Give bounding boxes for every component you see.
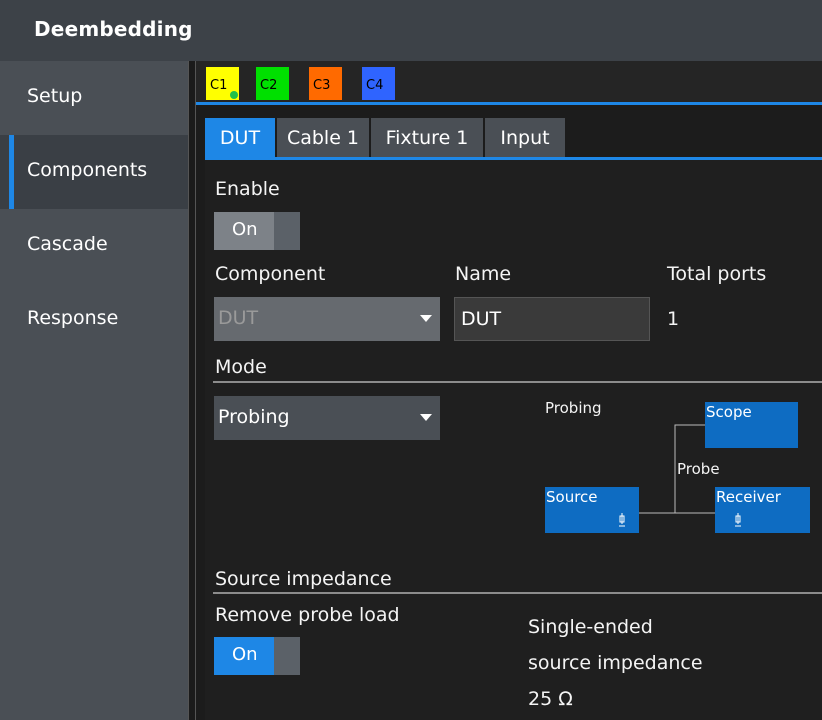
channel-tabs: C1 C2 C3 C4 bbox=[196, 61, 822, 105]
chevron-down-icon bbox=[420, 315, 432, 322]
sidebar-item-response[interactable]: Response bbox=[0, 283, 188, 357]
name-field[interactable]: DUT bbox=[454, 297, 650, 341]
channel-label: C4 bbox=[366, 78, 384, 93]
mode-select-value: Probing bbox=[218, 406, 290, 428]
ground-symbols bbox=[619, 513, 741, 527]
chevron-down-icon bbox=[420, 414, 432, 421]
name-label: Name bbox=[455, 263, 512, 285]
tab-label: DUT bbox=[219, 127, 261, 149]
total-ports-label: Total ports bbox=[667, 263, 767, 285]
panel-divider[interactable] bbox=[188, 61, 196, 720]
sidebar-item-label: Response bbox=[27, 307, 119, 329]
sidebar-item-setup[interactable]: Setup bbox=[0, 61, 188, 135]
tab-dut[interactable]: DUT bbox=[205, 118, 275, 157]
tab-channel-c2[interactable]: C2 bbox=[256, 67, 289, 100]
tab-channel-c1[interactable]: C1 bbox=[206, 67, 239, 100]
tab-fixture-1[interactable]: Fixture 1 bbox=[371, 118, 483, 157]
tab-label: Cable 1 bbox=[286, 127, 360, 149]
sidebar: Setup Components Cascade Response bbox=[0, 61, 188, 720]
receiver-ground-icon bbox=[735, 513, 741, 527]
component-select[interactable]: DUT bbox=[214, 297, 440, 341]
name-field-value: DUT bbox=[461, 308, 502, 330]
sidebar-item-label: Cascade bbox=[27, 233, 108, 255]
tab-channel-c3[interactable]: C3 bbox=[309, 67, 342, 100]
enable-toggle[interactable]: On bbox=[214, 212, 300, 250]
sidebar-item-label: Setup bbox=[27, 85, 83, 107]
source-impedance-section-title: Source impedance bbox=[215, 568, 392, 590]
remove-probe-load-label: Remove probe load bbox=[215, 604, 400, 626]
window-title: Deembedding bbox=[34, 17, 193, 41]
tab-label: Input bbox=[500, 127, 550, 149]
tab-label: Fixture 1 bbox=[385, 127, 469, 149]
total-ports-value: 1 bbox=[667, 308, 680, 330]
single-ended-label-line2: source impedance bbox=[528, 652, 703, 674]
settings-panel: Enable On Component Name Total ports DUT… bbox=[205, 160, 822, 720]
selected-indicator-icon bbox=[230, 91, 238, 99]
remove-probe-load-toggle[interactable]: On bbox=[214, 637, 300, 675]
mode-select[interactable]: Probing bbox=[214, 396, 440, 440]
single-ended-label-line1: Single-ended bbox=[528, 616, 653, 638]
enable-label: Enable bbox=[215, 178, 280, 200]
toggle-thumb bbox=[274, 637, 300, 675]
toggle-on-state: On bbox=[214, 212, 274, 250]
tab-cable-1[interactable]: Cable 1 bbox=[277, 118, 369, 157]
channel-label: C2 bbox=[260, 78, 278, 93]
sidebar-item-label: Components bbox=[27, 159, 148, 181]
title-bar: Deembedding bbox=[0, 0, 822, 61]
toggle-on-state: On bbox=[214, 637, 274, 675]
component-tabs: DUT Cable 1 Fixture 1 Input bbox=[205, 118, 822, 160]
channel-label: C1 bbox=[210, 78, 228, 93]
source-ground-icon bbox=[619, 513, 625, 527]
section-divider bbox=[213, 381, 822, 383]
sidebar-item-components[interactable]: Components bbox=[0, 135, 188, 209]
channel-label: C3 bbox=[313, 78, 331, 93]
mode-section-title: Mode bbox=[215, 356, 267, 378]
sidebar-item-cascade[interactable]: Cascade bbox=[0, 209, 188, 283]
component-label: Component bbox=[215, 263, 326, 285]
tab-channel-c4[interactable]: C4 bbox=[362, 67, 395, 100]
source-impedance-value[interactable]: 25 Ω bbox=[528, 688, 573, 710]
section-divider bbox=[213, 592, 822, 594]
toggle-thumb bbox=[274, 212, 300, 250]
tab-input[interactable]: Input bbox=[485, 118, 565, 157]
probing-diagram: Probing Scope Probe Source Receiver bbox=[540, 396, 820, 546]
component-select-value: DUT bbox=[218, 307, 259, 329]
